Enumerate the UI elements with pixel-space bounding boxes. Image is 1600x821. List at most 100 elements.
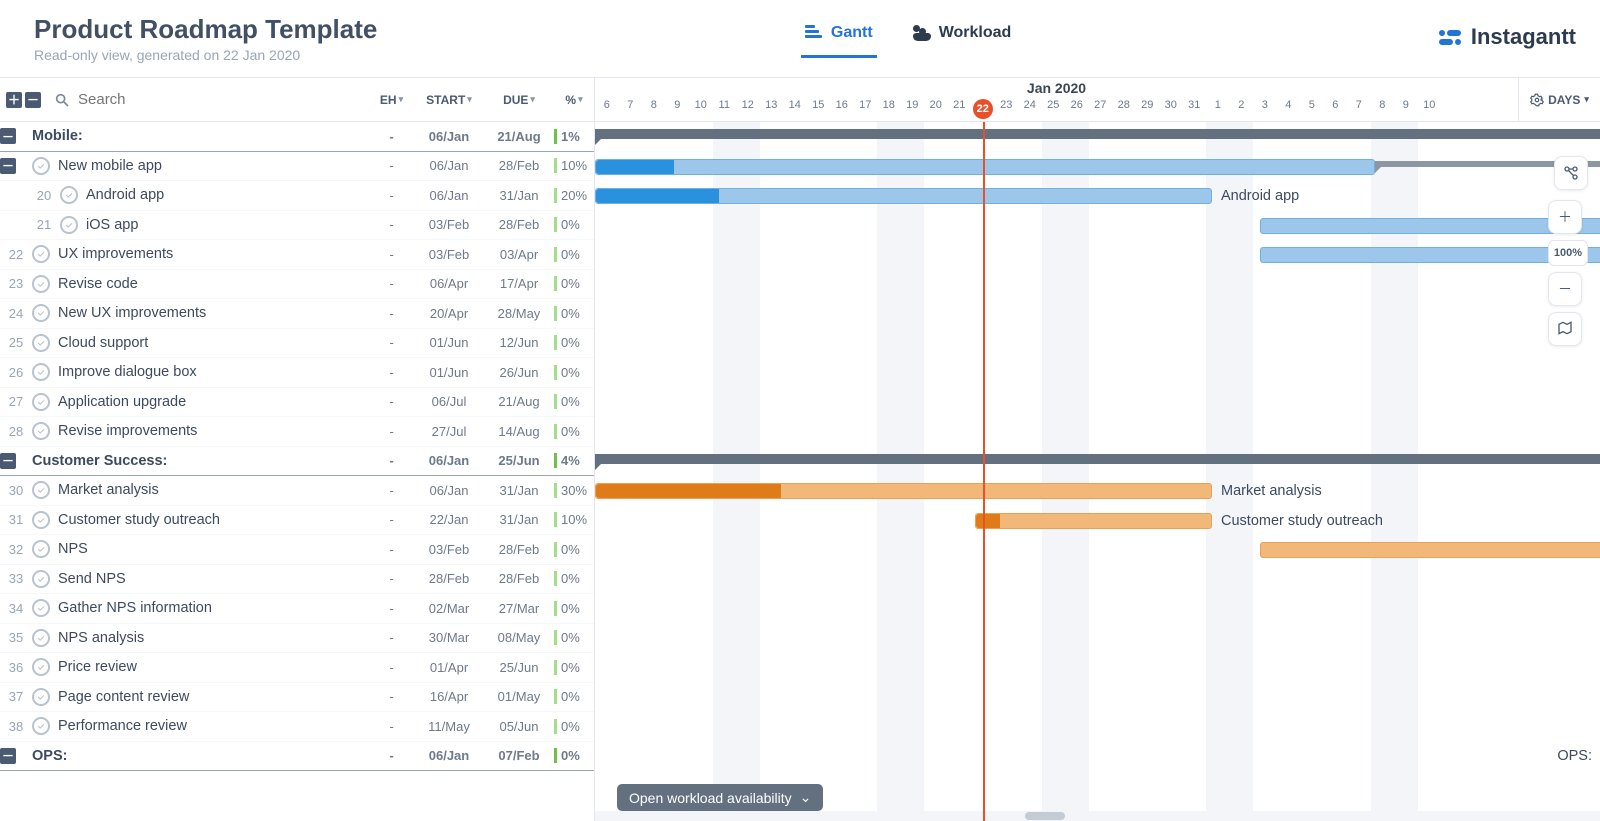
day-cell: 9 — [666, 99, 690, 119]
task-row[interactable]: 27Application upgrade-06/Jul21/Aug0% — [0, 388, 594, 418]
status-circle-icon[interactable] — [32, 688, 50, 706]
status-circle-icon[interactable] — [32, 334, 50, 352]
task-row[interactable]: 24New UX improvements-20/Apr28/May0% — [0, 299, 594, 329]
task-name[interactable]: Android app — [86, 187, 369, 203]
status-circle-icon[interactable] — [32, 717, 50, 735]
expand-all-button[interactable]: ＋ — [6, 92, 22, 108]
status-circle-icon[interactable] — [60, 186, 78, 204]
task-row[interactable]: 31Customer study outreach-22/Jan31/Jan10… — [0, 506, 594, 536]
zoom-in-button[interactable]: ＋ — [1548, 200, 1582, 234]
task-name[interactable]: UX improvements — [58, 246, 369, 262]
section-row[interactable]: －Customer Success:-06/Jan25/Jun4% — [0, 447, 594, 477]
task-row[interactable]: 32NPS-03/Feb28/Feb0% — [0, 535, 594, 565]
task-name[interactable]: Revise code — [58, 276, 369, 292]
task-name[interactable]: Send NPS — [58, 571, 369, 587]
task-row[interactable]: 30Market analysis-06/Jan31/Jan30% — [0, 476, 594, 506]
workload-icon — [913, 25, 931, 41]
gantt-area[interactable]: Android app Market analysis Customer study… — [595, 122, 1600, 821]
task-row[interactable]: 33Send NPS-28/Feb28/Feb0% — [0, 565, 594, 595]
task-bar-label: Customer study outreach — [1221, 513, 1383, 529]
collapse-section-button[interactable]: － — [0, 453, 16, 469]
status-circle-icon[interactable] — [32, 570, 50, 588]
status-circle-icon[interactable] — [32, 245, 50, 263]
section-row[interactable]: －OPS:-06/Jan07/Feb0% — [0, 742, 594, 772]
task-bar[interactable] — [1260, 542, 1600, 558]
tab-gantt[interactable]: Gantt — [805, 24, 873, 58]
task-name[interactable]: New mobile app — [58, 158, 369, 174]
status-circle-icon[interactable] — [32, 422, 50, 440]
section-bar[interactable] — [595, 129, 1600, 139]
logo-icon — [1439, 30, 1461, 45]
status-circle-icon[interactable] — [32, 304, 50, 322]
task-row[interactable]: 36Price review-01/Apr25/Jun0% — [0, 653, 594, 683]
dependencies-toggle[interactable] — [1554, 156, 1588, 190]
status-circle-icon[interactable] — [32, 363, 50, 381]
scale-picker[interactable]: DAYS ▾ — [1518, 78, 1600, 121]
collapse-all-button[interactable]: － — [25, 92, 41, 108]
task-bar[interactable]: Customer study outreach — [975, 513, 1212, 529]
search-field[interactable] — [54, 91, 369, 108]
task-row[interactable]: 22UX improvements-03/Feb03/Apr0% — [0, 240, 594, 270]
status-circle-icon[interactable] — [32, 511, 50, 529]
col-due[interactable]: DUE▾ — [484, 93, 554, 107]
status-circle-icon[interactable] — [32, 481, 50, 499]
col-pct[interactable]: %▾ — [554, 93, 594, 107]
task-row[interactable]: －New mobile app-06/Jan28/Feb10% — [0, 152, 594, 182]
section-row[interactable]: －Mobile:-06/Jan21/Aug1% — [0, 122, 594, 152]
task-name[interactable]: Revise improvements — [58, 423, 369, 439]
task-name[interactable]: Price review — [58, 659, 369, 675]
task-name[interactable]: Improve dialogue box — [58, 364, 369, 380]
task-row[interactable]: 28Revise improvements-27/Jul14/Aug0% — [0, 417, 594, 447]
task-row[interactable]: 21iOS app-03/Feb28/Feb0% — [0, 211, 594, 241]
status-circle-icon[interactable] — [32, 629, 50, 647]
task-name[interactable]: Performance review — [58, 718, 369, 734]
status-circle-icon[interactable] — [32, 157, 50, 175]
open-workload-button[interactable]: Open workload availability ⌄ — [617, 784, 823, 811]
cell-eh: - — [369, 748, 414, 763]
status-circle-icon[interactable] — [32, 275, 50, 293]
task-row[interactable]: 23Revise code-06/Apr17/Apr0% — [0, 270, 594, 300]
scrollbar-thumb[interactable] — [1025, 812, 1065, 820]
task-row[interactable]: 25Cloud support-01/Jun12/Jun0% — [0, 329, 594, 359]
task-row[interactable]: 34Gather NPS information-02/Mar27/Mar0% — [0, 594, 594, 624]
section-bar[interactable] — [595, 454, 1600, 464]
status-circle-icon[interactable] — [32, 540, 50, 558]
status-circle-icon[interactable] — [32, 658, 50, 676]
task-row[interactable]: 37Page content review-16/Apr01/May0% — [0, 683, 594, 713]
task-name[interactable]: Cloud support — [58, 335, 369, 351]
status-circle-icon[interactable] — [32, 599, 50, 617]
col-start[interactable]: START▾ — [414, 93, 484, 107]
task-row[interactable]: 20Android app-06/Jan31/Jan20% — [0, 181, 594, 211]
status-circle-icon[interactable] — [32, 393, 50, 411]
search-input[interactable] — [78, 91, 218, 108]
task-name[interactable]: Market analysis — [58, 482, 369, 498]
collapse-task-button[interactable]: － — [0, 158, 16, 174]
collapse-section-button[interactable]: － — [0, 128, 16, 144]
task-name[interactable]: Customer study outreach — [58, 512, 369, 528]
col-eh[interactable]: EH▾ — [369, 93, 414, 107]
task-name[interactable]: NPS — [58, 541, 369, 557]
task-bar[interactable]: Android app — [595, 188, 1212, 204]
brand[interactable]: Instagantt — [1439, 12, 1576, 50]
task-name[interactable]: Application upgrade — [58, 394, 369, 410]
task-name[interactable]: Page content review — [58, 689, 369, 705]
task-bar[interactable]: Market analysis — [595, 483, 1212, 499]
task-row[interactable]: 26Improve dialogue box-01/Jun26/Jun0% — [0, 358, 594, 388]
task-name[interactable]: iOS app — [86, 217, 369, 233]
task-name[interactable]: New UX improvements — [58, 305, 369, 321]
minimap-button[interactable] — [1548, 312, 1582, 346]
task-name[interactable]: Gather NPS information — [58, 600, 369, 616]
collapse-section-button[interactable]: － — [0, 748, 16, 764]
tab-workload[interactable]: Workload — [913, 24, 1012, 58]
task-name[interactable]: Mobile: — [32, 128, 369, 144]
task-row[interactable]: 38Performance review-11/May05/Jun0% — [0, 712, 594, 742]
zoom-level[interactable]: 100% — [1548, 240, 1588, 266]
status-circle-icon[interactable] — [60, 216, 78, 234]
task-row[interactable]: 35NPS analysis-30/Mar08/May0% — [0, 624, 594, 654]
zoom-out-button[interactable]: － — [1548, 272, 1582, 306]
task-name[interactable]: NPS analysis — [58, 630, 369, 646]
task-name[interactable]: OPS: — [32, 748, 369, 764]
task-bar[interactable] — [595, 159, 1375, 175]
horizontal-scrollbar[interactable] — [595, 811, 1600, 821]
task-name[interactable]: Customer Success: — [32, 453, 369, 469]
